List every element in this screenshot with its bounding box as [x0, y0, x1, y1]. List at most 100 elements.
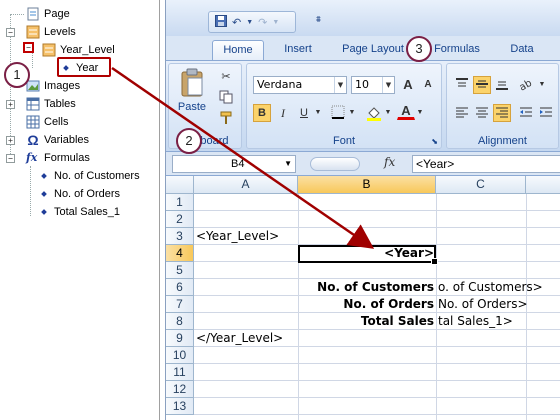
chevron-down-icon: ▼ — [284, 159, 292, 168]
select-all-corner[interactable] — [166, 176, 194, 194]
row-header[interactable]: 6 — [166, 279, 194, 296]
name-box[interactable]: B4 ▼ — [172, 155, 296, 173]
row-header[interactable]: 3 — [166, 228, 194, 245]
align-top-icon[interactable] — [453, 76, 471, 94]
row-header[interactable]: 7 — [166, 296, 194, 313]
cell-b8[interactable]: Total Sales — [300, 313, 434, 330]
shrink-font-button[interactable]: A — [419, 76, 437, 94]
row-header[interactable]: 1 — [166, 194, 194, 211]
fill-color-icon[interactable] — [365, 104, 383, 122]
underline-button[interactable]: U — [295, 104, 313, 122]
chevron-down-icon[interactable]: ▼ — [415, 104, 425, 122]
tree-item-formulas[interactable]: fx Formulas — [26, 149, 90, 167]
row-header[interactable]: 4 — [166, 245, 194, 262]
save-icon[interactable] — [215, 14, 227, 30]
tab-formulas[interactable]: Formulas — [428, 40, 486, 60]
tree-item-label: Tables — [44, 98, 76, 110]
formula-bar-slider-icon[interactable] — [310, 157, 360, 171]
tree-item-label: Year — [76, 62, 99, 74]
grow-font-button[interactable]: A — [399, 76, 417, 94]
title-bar: ↶ ▼ ↷ ▼ ⩩ — [166, 0, 560, 36]
tree-item-tables[interactable]: Tables — [26, 95, 76, 113]
column-header-d[interactable] — [526, 176, 560, 194]
undo-icon[interactable]: ↶ — [232, 16, 241, 29]
tree-item-levels[interactable]: Levels — [26, 23, 76, 41]
tree-item-cells[interactable]: Cells — [26, 113, 68, 131]
chevron-down-icon[interactable]: ▼ — [537, 76, 547, 94]
tree-item-no-of-customers[interactable]: No. of Customers — [38, 167, 140, 185]
redo-dropdown-icon[interactable]: ▼ — [272, 19, 279, 26]
align-middle-icon[interactable] — [473, 76, 491, 94]
align-center-icon[interactable] — [473, 104, 491, 122]
tree-item-total-sales[interactable]: Total Sales_1 — [38, 203, 120, 221]
tree-item-year-level[interactable]: Year_Level — [42, 41, 115, 59]
format-painter-icon[interactable] — [217, 110, 235, 128]
row-header[interactable]: 8 — [166, 313, 194, 330]
svg-text:ab: ab — [518, 78, 534, 91]
name-box-value: B4 — [231, 158, 245, 170]
chevron-down-icon[interactable]: ▼ — [347, 104, 357, 122]
cell-a3[interactable]: <Year_Level> — [196, 228, 298, 245]
cut-icon[interactable]: ✂ — [217, 68, 235, 86]
row-header[interactable]: 5 — [166, 262, 194, 279]
copy-icon[interactable] — [217, 89, 235, 107]
cell-b6[interactable]: No. of Customers — [300, 279, 434, 296]
font-size-combo[interactable]: 10 ▼ — [351, 76, 395, 94]
column-header-b[interactable]: B — [298, 176, 436, 194]
tree-item-images[interactable]: Images — [26, 77, 80, 95]
cell-a9[interactable]: </Year_Level> — [196, 330, 298, 347]
expand-toggle[interactable]: + — [6, 100, 15, 109]
column-header-c[interactable]: C — [436, 176, 526, 194]
collapse-toggle[interactable]: − — [6, 154, 15, 163]
cell-c6[interactable]: o. of Customers> — [438, 279, 560, 296]
increase-indent-icon[interactable] — [537, 104, 555, 122]
align-right-icon[interactable] — [493, 104, 511, 122]
align-bottom-icon[interactable] — [493, 76, 511, 94]
row-header[interactable]: 2 — [166, 211, 194, 228]
cell-c8[interactable]: tal Sales_1> — [438, 313, 560, 330]
decrease-indent-icon[interactable] — [517, 104, 535, 122]
tab-page-layout[interactable]: Page Layout — [336, 40, 410, 60]
tree-item-no-of-orders[interactable]: No. of Orders — [38, 185, 120, 203]
tree-item-variables[interactable]: Ω Variables — [26, 131, 89, 149]
row-header[interactable]: 10 — [166, 347, 194, 364]
fx-button[interactable]: fx — [384, 155, 395, 169]
spreadsheet-grid: A B C <Year_Level> <Year> No. of Custome… — [166, 176, 560, 420]
gridline — [194, 210, 560, 211]
row-header[interactable]: 11 — [166, 364, 194, 381]
borders-icon[interactable] — [329, 104, 347, 122]
undo-dropdown-icon[interactable]: ▼ — [246, 19, 253, 26]
font-name-combo[interactable]: Verdana ▼ — [253, 76, 347, 94]
customize-qat-icon[interactable]: ⩩ — [316, 14, 321, 25]
align-left-icon[interactable] — [453, 104, 471, 122]
row-header[interactable]: 9 — [166, 330, 194, 347]
cell-c7[interactable]: No. of Orders> — [438, 296, 560, 313]
gridline — [194, 363, 560, 364]
font-color-button[interactable]: A — [397, 102, 415, 120]
row-header[interactable]: 13 — [166, 398, 194, 415]
chevron-down-icon[interactable]: ▼ — [383, 104, 393, 122]
font-name-value: Verdana — [257, 78, 303, 91]
bold-button[interactable]: B — [253, 104, 271, 122]
column-header-a[interactable]: A — [194, 176, 298, 194]
collapse-toggle-selected[interactable]: − — [23, 42, 34, 53]
font-dialog-launcher-icon[interactable]: ⬊ — [431, 137, 438, 146]
tree-item-page[interactable]: Page — [26, 5, 70, 23]
alignment-group-label: Alignment — [478, 135, 527, 147]
paste-button[interactable]: Paste — [175, 68, 209, 124]
formula-input[interactable]: <Year> — [412, 155, 560, 173]
redo-icon[interactable]: ↷ — [258, 16, 267, 29]
orientation-icon[interactable]: ab — [517, 76, 535, 94]
italic-button[interactable]: I — [274, 104, 292, 122]
chevron-down-icon[interactable]: ▼ — [313, 104, 323, 122]
tab-insert[interactable]: Insert — [274, 40, 322, 60]
tree-item-label: Levels — [44, 26, 76, 38]
expand-toggle[interactable]: + — [6, 136, 15, 145]
tab-home[interactable]: Home — [212, 40, 264, 60]
collapse-toggle[interactable]: − — [6, 28, 15, 37]
row-header[interactable]: 12 — [166, 381, 194, 398]
font-group-label: Font — [332, 135, 355, 147]
cell-b7[interactable]: No. of Orders — [300, 296, 434, 313]
tab-data[interactable]: Data — [502, 40, 542, 60]
tree-item-year[interactable]: Year — [60, 59, 98, 77]
